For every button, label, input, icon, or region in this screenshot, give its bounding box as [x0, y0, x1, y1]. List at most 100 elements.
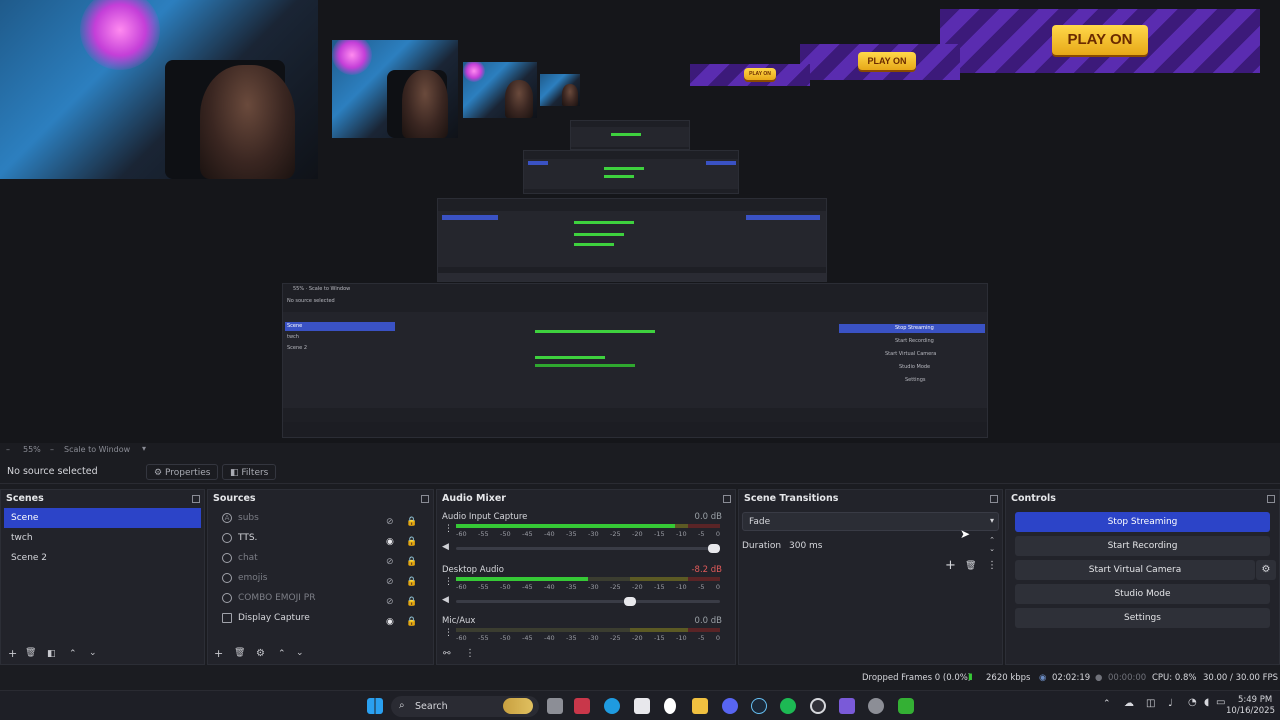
cloud-icon[interactable]: ☁	[1124, 698, 1134, 709]
wifi-icon[interactable]: ◔	[1188, 697, 1197, 708]
spotify-icon[interactable]	[780, 698, 796, 714]
start-recording-button[interactable]: Start Recording	[1015, 536, 1270, 556]
speaker-icon[interactable]: ◖	[1204, 697, 1209, 708]
clock-date[interactable]: 10/16/2025	[1226, 706, 1275, 716]
lock-icon[interactable]: 🔒	[406, 612, 417, 632]
properties-button[interactable]: ⚙ Properties	[146, 464, 219, 480]
clock-time[interactable]: 5:49 PM	[1238, 695, 1272, 705]
status-bar: Dropped Frames 0 (0.0%) ▮ 2620 kbps ◉ 02…	[0, 670, 1280, 687]
chevron-down-icon: ▾	[989, 516, 994, 525]
studio-mode-button[interactable]: Studio Mode	[1015, 584, 1270, 604]
source-item[interactable]: Display Capture ◉ 🔒	[208, 608, 433, 628]
webcam-feed	[0, 0, 318, 179]
duration-input[interactable]: 300 ms ⌃ ⌄	[787, 536, 999, 555]
edge-icon[interactable]	[604, 698, 620, 714]
dock-header: Scenes	[1, 490, 204, 508]
arrow-down-icon[interactable]: ⌄	[296, 648, 304, 658]
scene-item[interactable]: Scene 2	[4, 548, 201, 568]
windows-start-icon[interactable]	[367, 698, 383, 714]
scale-mode[interactable]: Scale to Window	[64, 445, 130, 454]
eye-icon[interactable]: ◉	[386, 612, 394, 632]
popout-icon[interactable]	[192, 495, 200, 503]
start-virtual-camera-button[interactable]: Start Virtual Camera	[1015, 560, 1255, 580]
settings-button[interactable]: Settings	[1015, 608, 1270, 628]
filter-icon[interactable]: ◧	[47, 649, 56, 659]
taskbar-search[interactable]: ⌕ Search	[391, 696, 539, 717]
channel-name: Desktop Audio	[442, 565, 504, 575]
store-icon[interactable]	[634, 698, 650, 714]
more-options-icon[interactable]: ⋮	[987, 560, 997, 571]
app-icon[interactable]	[574, 698, 590, 714]
stop-streaming-button[interactable]: Stop Streaming	[1015, 512, 1270, 532]
mixer-footer: ⚯ ⋮	[437, 644, 735, 664]
speaker-icon[interactable]: ◀	[442, 595, 449, 605]
chevron-up-icon[interactable]: ⌃	[1103, 699, 1111, 709]
preview-canvas[interactable]: PLAY ON PLAY ON PLAY ON 55% · Scale to W…	[0, 0, 1280, 443]
meter-tick: -35	[566, 634, 577, 642]
add-transition-icon[interactable]: +	[945, 558, 956, 573]
steam-icon[interactable]	[751, 698, 767, 714]
channel-db: 0.0 dB	[694, 512, 722, 522]
source-item[interactable]: Asubs ⊘ 🔒	[208, 508, 433, 528]
volume-slider[interactable]	[456, 597, 720, 606]
trash-icon[interactable]: 🗑	[25, 648, 36, 658]
browser-icon	[222, 553, 232, 563]
filters-button[interactable]: ◧ Filters	[222, 464, 277, 480]
source-item[interactable]: emojis ⊘ 🔒	[208, 568, 433, 588]
stepper-down-icon[interactable]: ⌄	[989, 545, 995, 553]
meter-scale: -60 -55 -50 -45 -40 -35 -30 -25 -20 -15 -10 -5 0	[456, 634, 720, 642]
arrow-up-icon[interactable]: ⌃	[69, 649, 77, 659]
task-view-icon[interactable]	[547, 698, 563, 714]
slider-knob[interactable]	[623, 597, 636, 606]
link-icon[interactable]: ⚯	[443, 649, 451, 659]
battery-icon[interactable]: ▭	[1216, 697, 1225, 708]
xbox-icon[interactable]	[898, 698, 914, 714]
app-tray-icon[interactable]: ◫	[1146, 698, 1155, 709]
banner-overlay-nested: PLAY ON	[690, 64, 810, 86]
more-options-icon[interactable]: ⋮	[465, 648, 475, 659]
source-item[interactable]: COMBO EMOJI PR ⊘ 🔒	[208, 588, 433, 608]
trash-icon[interactable]: 🗑	[965, 561, 976, 571]
mic-icon[interactable]: ♩	[1168, 698, 1173, 709]
meter-tick: -40	[544, 530, 555, 538]
transitions-title: Scene Transitions	[744, 493, 839, 504]
slider-knob[interactable]	[708, 544, 720, 553]
trash-icon[interactable]: 🗑	[234, 648, 245, 658]
speaker-icon[interactable]: ◀	[442, 542, 449, 552]
source-item[interactable]: chat ⊘ 🔒	[208, 548, 433, 568]
stepper-up-icon[interactable]: ⌃	[989, 536, 995, 544]
chevron-down-icon[interactable]: ▾	[142, 444, 146, 453]
add-icon[interactable]: +	[214, 647, 223, 660]
popout-icon[interactable]	[1267, 495, 1275, 503]
meter-tick: -40	[544, 583, 555, 591]
discord-icon[interactable]	[722, 698, 738, 714]
dropped-frames: Dropped Frames 0 (0.0%)	[862, 673, 972, 683]
zoom-level[interactable]: 55%	[23, 445, 41, 454]
gear-icon[interactable]: ⚙	[256, 648, 265, 659]
app-icon[interactable]	[839, 698, 855, 714]
obs-icon[interactable]	[810, 698, 826, 714]
filter-icon: ◧	[230, 468, 239, 478]
volume-meter	[456, 577, 720, 581]
volume-meter	[456, 524, 720, 528]
popout-icon[interactable]	[421, 495, 429, 503]
scene-item[interactable]: twch	[4, 528, 201, 548]
scene-item[interactable]: Scene	[4, 508, 201, 528]
app-icon[interactable]	[664, 698, 676, 714]
dock-header: Audio Mixer	[437, 490, 735, 508]
source-item[interactable]: TTS. ◉ 🔒	[208, 528, 433, 548]
popout-icon[interactable]	[990, 495, 998, 503]
file-explorer-icon[interactable]	[692, 698, 708, 714]
virtual-camera-settings-button[interactable]: ⚙	[1256, 560, 1276, 580]
signal-icon: ▮	[968, 672, 973, 682]
add-icon[interactable]: +	[8, 647, 17, 660]
arrow-down-icon[interactable]: ⌄	[89, 648, 97, 658]
meter-tick: -30	[588, 530, 599, 538]
meter-tick: 0	[715, 530, 720, 538]
meter-tick: -35	[566, 583, 577, 591]
volume-slider[interactable]	[456, 544, 720, 553]
arrow-up-icon[interactable]: ⌃	[278, 649, 286, 659]
popout-icon[interactable]	[723, 495, 731, 503]
settings-icon[interactable]	[868, 698, 884, 714]
scene-list: Scene twch Scene 2	[1, 508, 204, 568]
